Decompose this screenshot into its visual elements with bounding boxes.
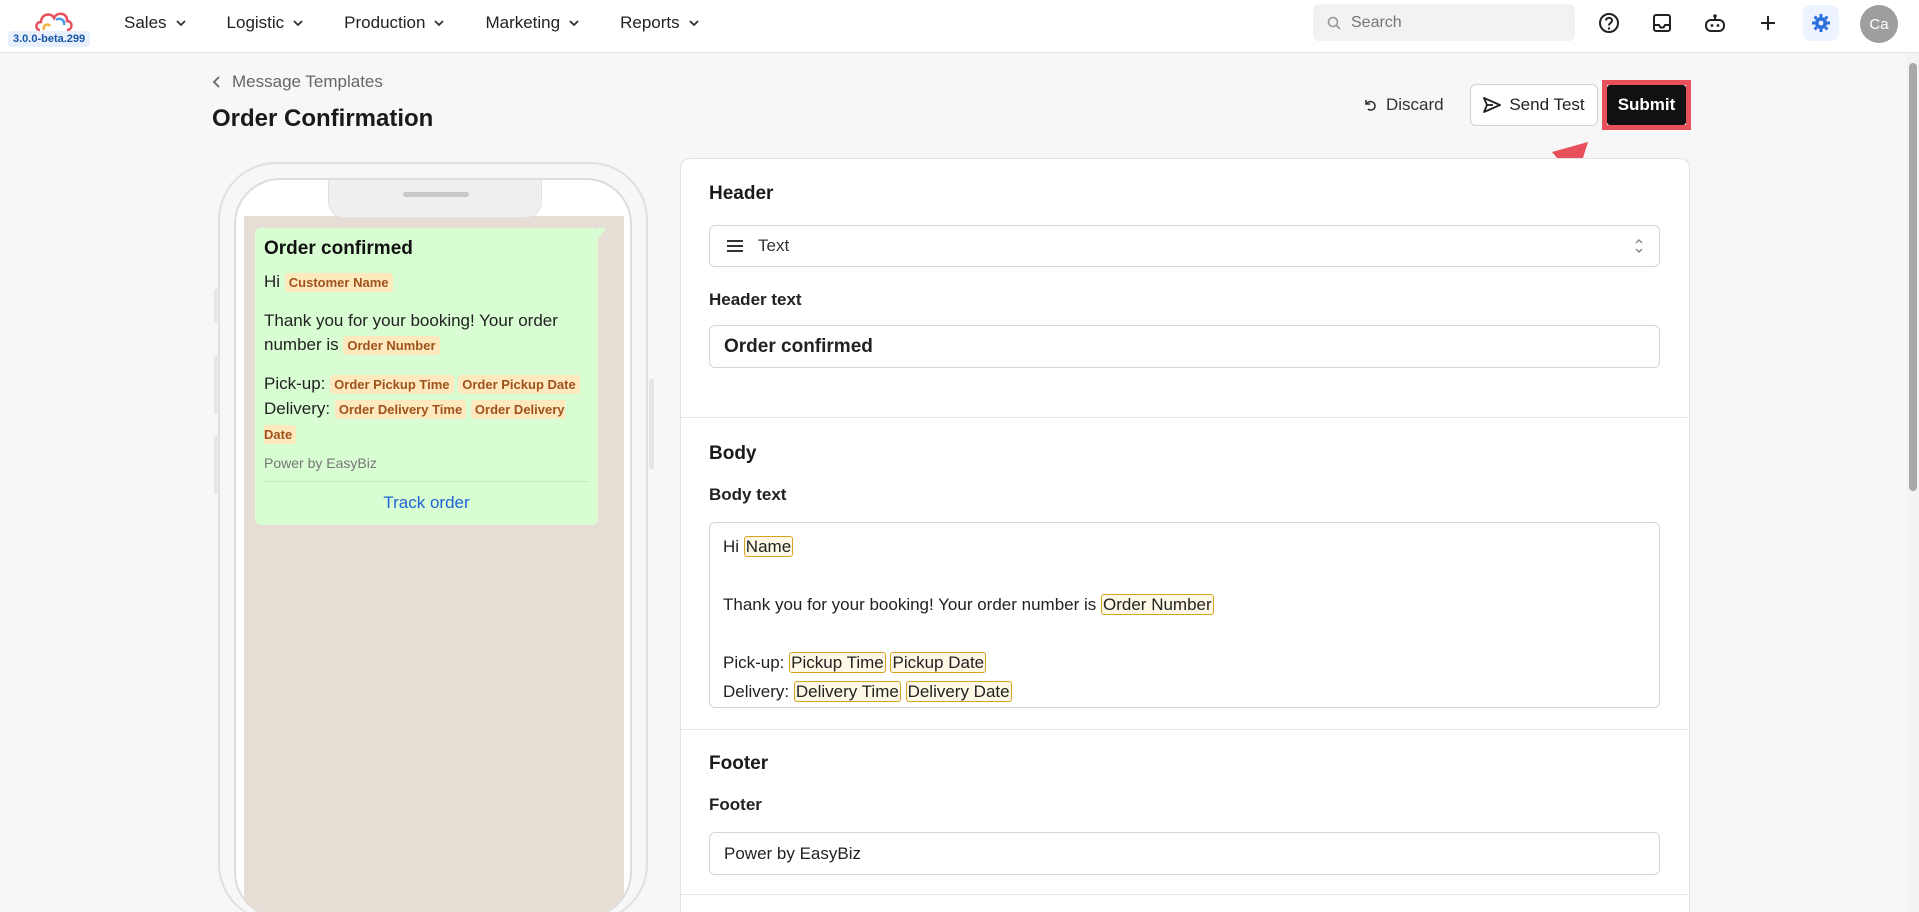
message-bubble: Order confirmed Hi Customer Name Thank y… xyxy=(255,228,607,525)
bot-icon xyxy=(1705,14,1725,32)
nav-item-production[interactable]: Production xyxy=(344,13,445,33)
nav-item-label: Logistic xyxy=(226,13,285,32)
chevron-down-icon xyxy=(175,20,186,27)
submit-button[interactable]: Submit xyxy=(1607,85,1686,125)
send-test-button[interactable]: Send Test xyxy=(1470,84,1598,126)
nav-item-label: Sales xyxy=(124,13,167,32)
discard-label: Discard xyxy=(1386,95,1444,114)
add-button[interactable] xyxy=(1755,10,1781,36)
plus-icon xyxy=(1761,16,1775,30)
settings-button[interactable] xyxy=(1803,5,1839,41)
preview-title: Order confirmed xyxy=(264,238,413,259)
phone-side-button xyxy=(649,379,654,469)
chevron-down-icon xyxy=(688,20,699,27)
app-logo[interactable]: 3.0.0-beta.299 xyxy=(8,6,92,48)
body-greeting: Hi xyxy=(723,537,740,556)
nav-item-label: Marketing xyxy=(485,13,561,32)
track-order-button[interactable]: Track order xyxy=(264,481,589,525)
undo-icon xyxy=(1365,100,1376,111)
chevron-down-icon xyxy=(569,20,579,27)
preview-pickup-line: Pick-up: Order Pickup Time Order Pickup … xyxy=(264,372,589,397)
discard-button[interactable]: Discard xyxy=(1362,88,1444,122)
header-section-title: Header xyxy=(709,183,774,204)
assistant-button[interactable] xyxy=(1702,10,1728,36)
top-navigation-bar: 3.0.0-beta.299 Sales Logistic Production… xyxy=(0,0,1919,53)
variable-tag[interactable]: Pickup Date xyxy=(890,652,987,673)
header-text-label: Header text xyxy=(709,290,802,309)
settings-icon xyxy=(1812,14,1830,32)
variable-chip: Order Number xyxy=(343,336,440,355)
footer-section-title: Footer xyxy=(709,753,769,774)
body-delivery-line: Delivery: Delivery Time Delivery Date xyxy=(723,677,1646,706)
preview-greeting-line: Hi Customer Name xyxy=(264,270,589,295)
scrollbar-thumb[interactable] xyxy=(1909,63,1917,491)
help-button[interactable] xyxy=(1596,10,1622,36)
breadcrumb-label: Message Templates xyxy=(232,72,383,91)
preview-thanks-line: Thank you for your booking! Your order n… xyxy=(264,309,589,358)
preview-delivery-label: Delivery: xyxy=(264,399,331,418)
chevron-updown-icon xyxy=(1635,239,1643,253)
header-type-select[interactable]: Text xyxy=(709,225,1660,267)
breadcrumb[interactable]: Message Templates xyxy=(212,72,383,92)
variable-chip: Order Pickup Date xyxy=(458,375,580,394)
header-type-value: Text xyxy=(758,236,790,255)
page-scrollbar[interactable] xyxy=(1907,53,1919,912)
chevron-down-icon xyxy=(434,20,445,27)
phone-notch xyxy=(328,180,542,218)
body-pickup-line: Pick-up: Pickup Time Pickup Date xyxy=(723,648,1646,677)
phone-side-button xyxy=(214,289,219,323)
variable-tag[interactable]: Order Number xyxy=(1101,594,1214,615)
help-icon xyxy=(1599,13,1619,33)
phone-side-button xyxy=(214,356,219,414)
header-section: Header Text Header text Order confirmed xyxy=(681,159,1689,419)
chevron-left-icon xyxy=(212,76,220,88)
body-greeting-line: Hi Name xyxy=(723,532,1646,561)
user-avatar[interactable]: Ca xyxy=(1860,5,1898,43)
variable-chip: Order Delivery Time xyxy=(334,400,467,419)
nav-item-logistic[interactable]: Logistic xyxy=(227,13,305,33)
next-section xyxy=(681,894,1689,912)
send-icon xyxy=(1483,97,1502,113)
body-text-editor[interactable]: Hi Name Thank you for your booking! Your… xyxy=(709,522,1660,708)
page-title: Order Confirmation xyxy=(212,105,434,132)
body-thanks-line: Thank you for your booking! Your order n… xyxy=(723,590,1646,619)
body-delivery-label: Delivery: xyxy=(723,682,790,701)
nav-item-marketing[interactable]: Marketing xyxy=(485,13,580,33)
variable-tag[interactable]: Name xyxy=(743,536,794,557)
variable-chip: Order Pickup Time xyxy=(330,375,454,394)
preview-delivery-line: Delivery: Order Delivery Time Order Deli… xyxy=(264,397,589,447)
variable-tag[interactable]: Delivery Date xyxy=(905,681,1012,702)
search-icon xyxy=(1327,16,1341,30)
template-form-card: Header Text Header text Order confirmed … xyxy=(680,158,1690,912)
variable-tag[interactable]: Delivery Time xyxy=(793,681,901,702)
footer-section: Footer Footer Power by EasyBiz xyxy=(681,729,1689,912)
body-thanks-text: Thank you for your booking! Your order n… xyxy=(723,595,1097,614)
search-input[interactable] xyxy=(1351,13,1551,32)
phone-side-button xyxy=(214,436,219,494)
version-badge: 3.0.0-beta.299 xyxy=(8,31,91,47)
preview-greeting: Hi xyxy=(264,272,281,291)
search-box[interactable] xyxy=(1313,4,1575,41)
footer-input[interactable]: Power by EasyBiz xyxy=(709,832,1660,875)
send-test-label: Send Test xyxy=(1509,95,1585,114)
footer-label: Footer xyxy=(709,795,762,814)
preview-pickup-label: Pick-up: xyxy=(264,374,326,393)
body-section-title: Body xyxy=(709,443,757,464)
menu-lines-icon xyxy=(727,240,743,252)
body-text-label: Body text xyxy=(709,485,787,504)
chevron-down-icon xyxy=(293,20,303,27)
main-nav: Sales Logistic Production Marketing Repo… xyxy=(124,0,700,46)
inbox-icon xyxy=(1653,14,1671,32)
preview-footer: Power by EasyBiz xyxy=(264,455,377,471)
nav-item-label: Production xyxy=(344,13,426,32)
nav-item-reports[interactable]: Reports xyxy=(620,13,700,33)
nav-item-sales[interactable]: Sales xyxy=(124,13,187,33)
variable-tag[interactable]: Pickup Time xyxy=(789,652,886,673)
nav-item-label: Reports xyxy=(620,13,680,32)
inbox-button[interactable] xyxy=(1649,10,1675,36)
variable-chip: Customer Name xyxy=(284,273,393,292)
header-text-input[interactable]: Order confirmed xyxy=(709,325,1660,368)
body-section: Body Body text Hi Name Thank you for you… xyxy=(681,417,1689,729)
body-pickup-label: Pick-up: xyxy=(723,653,785,672)
